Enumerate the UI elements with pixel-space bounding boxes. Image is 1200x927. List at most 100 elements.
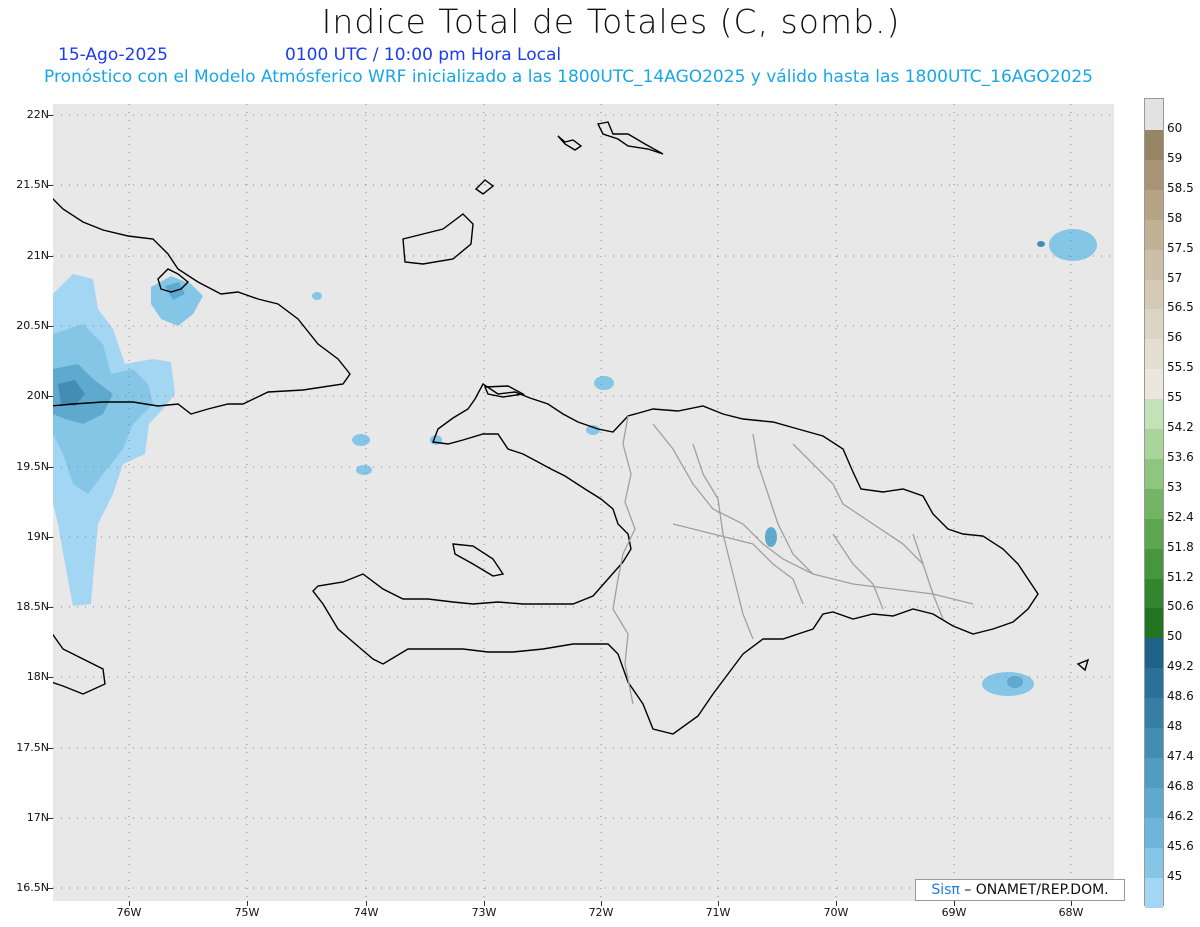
coast-island-east — [1076, 658, 1090, 672]
colorbar-segment — [1145, 488, 1163, 519]
lat-label: 21N — [26, 249, 49, 262]
lat-label: 22N — [26, 108, 49, 121]
lon-label: 75W — [234, 906, 260, 919]
colorbar-segment — [1145, 728, 1163, 758]
colorbar-segment — [1145, 668, 1163, 699]
colorbar-label: 46.2 — [1167, 808, 1194, 823]
lat-tick — [48, 748, 53, 749]
colorbar-segment — [1145, 399, 1163, 430]
lat-tick — [48, 396, 53, 397]
colorbar-label: 53.6 — [1167, 449, 1194, 464]
province-line-1 — [652, 423, 974, 605]
colorbar-segment — [1145, 578, 1163, 609]
shading-cell-10 — [312, 292, 322, 300]
lat-tick — [48, 467, 53, 468]
province-line-4 — [792, 443, 924, 565]
lon-label: 72W — [588, 906, 614, 919]
lon-label: 71W — [705, 906, 731, 919]
credit-sis: Sisπ — [931, 882, 960, 898]
lat-tick — [48, 537, 53, 538]
lat-label: 18.5N — [16, 600, 49, 613]
coast-bahamas-d — [596, 121, 664, 155]
lat-label: 20.5N — [16, 319, 49, 332]
colorbar-segment — [1145, 757, 1163, 788]
coast-tortuga — [483, 385, 526, 398]
shading-cell-5 — [1049, 229, 1097, 261]
coast-bahamas-c — [557, 135, 583, 151]
colorbar-label: 45 — [1167, 868, 1183, 883]
colorbar-label: 51.8 — [1167, 539, 1194, 554]
colorbar-label: 49.2 — [1167, 659, 1194, 674]
lat-tick — [48, 607, 53, 608]
lon-tick — [954, 901, 955, 906]
lat-label: 16.5N — [16, 881, 49, 894]
coast-bahamas-b — [474, 179, 495, 195]
province-line-6 — [832, 533, 884, 610]
lat-label: 20N — [26, 389, 49, 402]
shading-cell-3 — [356, 465, 372, 475]
colorbar-label: 57.5 — [1167, 240, 1194, 255]
grid-lines — [53, 104, 1114, 901]
lon-label: 73W — [471, 906, 497, 919]
lon-label: 76W — [116, 906, 142, 919]
coastlines — [53, 121, 1090, 735]
colorbar — [1144, 98, 1164, 908]
colorbar-segment — [1145, 249, 1163, 280]
colorbar-segment — [1145, 219, 1163, 250]
shading-cell-8 — [1007, 676, 1023, 688]
lon-tick — [484, 901, 485, 906]
coast-hispaniola — [312, 382, 1039, 735]
province-borders — [612, 415, 974, 705]
lon-label: 74W — [353, 906, 379, 919]
coast-jamaica — [53, 633, 106, 695]
colorbar-segment — [1145, 429, 1163, 459]
colorbar-label: 45.6 — [1167, 838, 1194, 853]
colorbar-segment — [1145, 458, 1163, 489]
forecast-date: 15-Ago-2025 — [58, 45, 168, 65]
lat-tick — [48, 677, 53, 678]
colorbar-label: 58.5 — [1167, 180, 1194, 195]
colorbar-segment — [1145, 159, 1163, 190]
colorbar-segment — [1145, 787, 1163, 818]
colorbar-segment — [1145, 369, 1163, 400]
lat-label: 17N — [26, 811, 49, 824]
forecast-time: 0100 UTC / 10:00 pm Hora Local — [285, 45, 562, 65]
colorbar-label: 60 — [1167, 121, 1183, 135]
colorbar-segment — [1145, 608, 1163, 639]
colorbar-segment — [1145, 817, 1163, 848]
colorbar-label: 52.4 — [1167, 509, 1194, 524]
map-panel — [53, 104, 1114, 901]
colorbar-segment — [1145, 189, 1163, 220]
map-title: Indice Total de Totales (C, somb.) — [321, 2, 901, 41]
shading-cell-4 — [765, 527, 777, 547]
colorbar-label: 59 — [1167, 150, 1183, 165]
colorbar-top-cap — [1145, 99, 1163, 130]
lon-label: 69W — [941, 906, 967, 919]
colorbar-label: 55.5 — [1167, 360, 1194, 375]
lon-tick — [718, 901, 719, 906]
colorbar-segment — [1145, 339, 1163, 370]
forecast-description: Pronóstico con el Modelo Atmósferico WRF… — [44, 67, 1093, 87]
colorbar-label: 53 — [1167, 479, 1183, 494]
lat-label: 21.5N — [16, 178, 49, 191]
shading-cell-9 — [586, 425, 600, 435]
province-line-7 — [912, 533, 944, 620]
lat-label: 18N — [26, 670, 49, 683]
colorbar-label: 58 — [1167, 210, 1183, 225]
lon-tick — [601, 901, 602, 906]
lon-tick — [1071, 901, 1072, 906]
colorbar-label: 48.6 — [1167, 689, 1194, 704]
lat-tick — [48, 185, 53, 186]
lat-tick — [48, 326, 53, 327]
colorbar-label: 47.4 — [1167, 748, 1194, 763]
lon-tick — [836, 901, 837, 906]
lat-tick — [48, 256, 53, 257]
colorbar-label: 50 — [1167, 629, 1183, 644]
lat-tick — [48, 888, 53, 889]
lon-tick — [247, 901, 248, 906]
lat-tick — [48, 818, 53, 819]
lat-label: 19N — [26, 530, 49, 543]
colorbar-label: 51.2 — [1167, 569, 1194, 584]
colorbar-segment — [1145, 638, 1163, 669]
colorbar-segment — [1145, 698, 1163, 729]
